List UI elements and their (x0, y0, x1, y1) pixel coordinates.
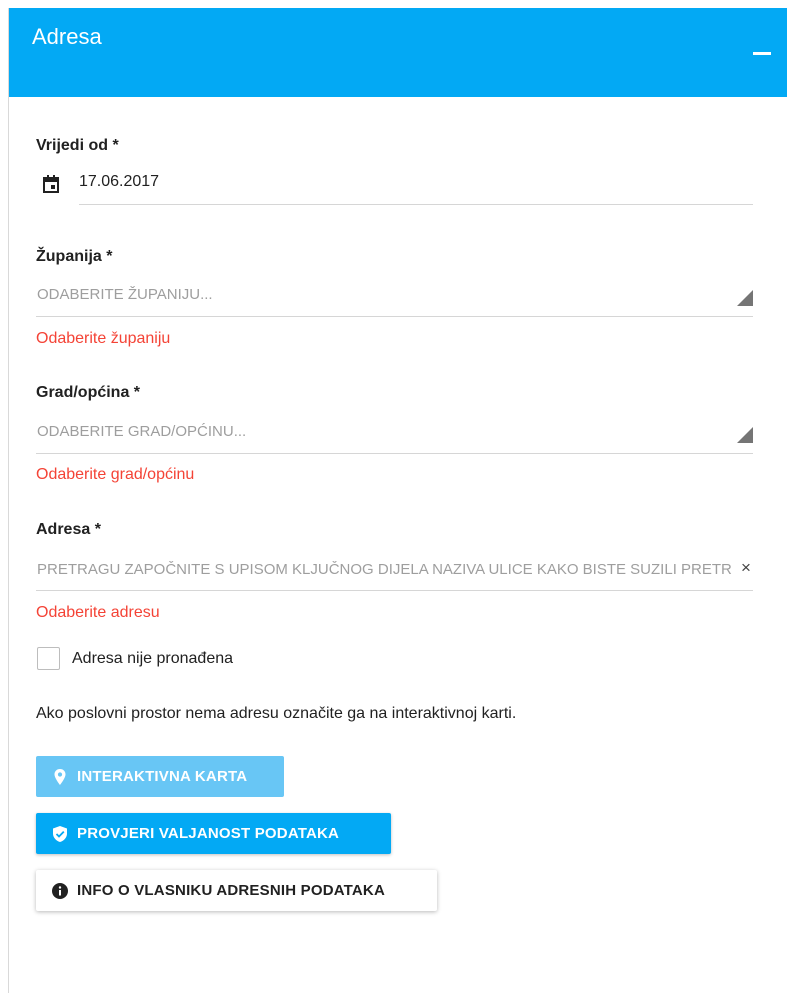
clear-icon[interactable]: × (739, 559, 753, 576)
panel-header: Adresa (9, 8, 787, 97)
verified-shield-icon (53, 825, 67, 842)
map-marker-icon (54, 768, 66, 785)
address-error: Odaberite adresu (36, 604, 160, 621)
owner-info-button-label: INFO O VLASNIKU ADRESNIH PODATAKA (77, 882, 385, 899)
city-select[interactable]: ODABERITE GRAD/OPĆINU... (36, 417, 753, 454)
address-not-found-label[interactable]: Adresa nije pronađena (72, 650, 233, 668)
validate-data-button-label: PROVJERI VALJANOST PODATAKA (77, 825, 340, 842)
city-placeholder: ODABERITE GRAD/OPĆINU... (37, 423, 247, 440)
address-search-input[interactable]: PRETRAGU ZAPOČNITE S UPISOM KLJUČNOG DIJ… (36, 555, 753, 591)
county-placeholder: ODABERITE ŽUPANIJU... (37, 286, 213, 303)
calendar-icon[interactable] (43, 175, 59, 193)
validate-data-button[interactable]: PROVJERI VALJANOST PODATAKA (36, 813, 391, 854)
valid-from-label: Vrijedi od * (36, 137, 119, 154)
address-label: Adresa * (36, 521, 101, 538)
county-select[interactable]: ODABERITE ŽUPANIJU... (36, 280, 753, 317)
interactive-map-button-label: INTERAKTIVNA KARTA (77, 768, 248, 785)
valid-from-date-input[interactable]: 17.06.2017 (79, 170, 753, 205)
city-label: Grad/općina * (36, 384, 141, 401)
collapse-button[interactable] (751, 44, 773, 60)
interactive-map-button[interactable]: INTERAKTIVNA KARTA (36, 756, 284, 797)
info-icon (52, 882, 68, 899)
minus-icon (753, 52, 771, 55)
owner-info-button[interactable]: INFO O VLASNIKU ADRESNIH PODATAKA (36, 870, 437, 911)
info-text: Ako poslovni prostor nema adresu označit… (36, 705, 517, 722)
address-placeholder: PRETRAGU ZAPOČNITE S UPISOM KLJUČNOG DIJ… (37, 561, 732, 578)
city-error: Odaberite grad/općinu (36, 466, 195, 483)
county-error: Odaberite županiju (36, 330, 171, 347)
dropdown-arrow-icon (737, 290, 753, 306)
address-not-found-checkbox[interactable] (37, 647, 60, 670)
panel-title: Adresa (32, 24, 102, 49)
county-label: Županija * (36, 248, 113, 265)
dropdown-arrow-icon (737, 427, 753, 443)
